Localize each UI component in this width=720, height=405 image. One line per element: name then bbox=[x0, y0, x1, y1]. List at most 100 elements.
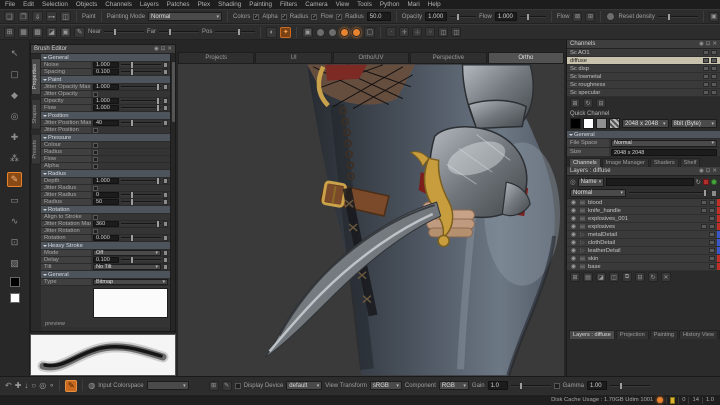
symmetry-grid-icon[interactable]: ⁘ bbox=[425, 27, 435, 37]
filter-dropdown[interactable]: Name▾ bbox=[578, 178, 605, 187]
lighting-full-icon[interactable] bbox=[340, 28, 349, 37]
channel-row-selected[interactable]: diffuse bbox=[567, 57, 720, 65]
stroke-preview[interactable] bbox=[30, 334, 176, 376]
menu-patches[interactable]: Patches bbox=[167, 1, 190, 8]
menu-shading[interactable]: Shading bbox=[218, 1, 241, 8]
scrollbar[interactable] bbox=[170, 54, 175, 331]
mask-icon[interactable]: ◪ bbox=[46, 27, 57, 38]
reset-box[interactable] bbox=[163, 178, 168, 184]
cache-layer-icon[interactable]: ↻ bbox=[648, 272, 658, 282]
slider[interactable] bbox=[121, 64, 161, 66]
move-tool-icon[interactable]: ✚ bbox=[7, 130, 22, 145]
flow-toggle-a-icon[interactable]: ⊠ bbox=[572, 12, 582, 22]
slider[interactable] bbox=[121, 194, 161, 196]
pin-icon[interactable]: ◉ bbox=[154, 46, 159, 52]
checkbox[interactable] bbox=[93, 186, 98, 191]
open-project-icon[interactable]: ❐ bbox=[18, 11, 29, 22]
checkbox[interactable] bbox=[93, 157, 98, 162]
reset-box[interactable] bbox=[163, 62, 168, 68]
refresh-icon[interactable]: ↻ bbox=[696, 178, 701, 186]
checkbox[interactable] bbox=[93, 150, 98, 155]
channel-row[interactable]: Sc roughness bbox=[567, 81, 720, 89]
section-rotation[interactable]: Rotation bbox=[41, 206, 170, 214]
pivot-icon[interactable]: ◎ bbox=[39, 381, 46, 390]
layer-thumb[interactable] bbox=[701, 200, 707, 205]
tab-perspective[interactable]: Perspective bbox=[410, 52, 486, 64]
channel-row[interactable]: Sc disp bbox=[567, 65, 720, 73]
quick-swatch-gray[interactable] bbox=[596, 118, 607, 129]
slider[interactable] bbox=[121, 180, 161, 182]
blend-mode-dropdown[interactable]: Normal▾ bbox=[570, 189, 626, 197]
file-space-dropdown[interactable]: Normal▾ bbox=[611, 140, 717, 147]
wireframe-icon[interactable]: ▢ bbox=[364, 27, 375, 38]
menu-mari[interactable]: Mari bbox=[407, 1, 419, 8]
radius-preview-icon[interactable]: ○ bbox=[31, 381, 36, 390]
slider[interactable] bbox=[121, 100, 161, 102]
reset-box[interactable] bbox=[163, 221, 168, 227]
value-box[interactable]: 1.000 bbox=[93, 62, 119, 68]
slider[interactable] bbox=[121, 223, 161, 225]
add-adjustment-icon[interactable]: ◪ bbox=[596, 272, 606, 282]
section-pressure[interactable]: Pressure bbox=[41, 134, 170, 142]
pin-icon[interactable]: ◉ bbox=[699, 168, 704, 174]
flow-toggle-b-icon[interactable]: ⊞ bbox=[585, 12, 595, 22]
add-channel-icon[interactable]: ⊞ bbox=[570, 98, 580, 108]
tab-projection[interactable]: Projection bbox=[616, 330, 649, 339]
layer-row[interactable]: ◉▤base bbox=[567, 263, 720, 271]
flow-value[interactable]: 1.000 bbox=[495, 12, 517, 21]
density-icon[interactable] bbox=[606, 12, 615, 21]
channel-row[interactable]: Sc specular bbox=[567, 89, 720, 97]
far-slider[interactable] bbox=[159, 31, 199, 33]
tab-painting[interactable]: Painting bbox=[650, 330, 678, 339]
menu-python[interactable]: Python bbox=[380, 1, 400, 8]
reset-box[interactable] bbox=[163, 257, 168, 263]
remove-layer-icon[interactable]: ✕ bbox=[661, 272, 671, 282]
reset-box[interactable] bbox=[163, 199, 168, 205]
smudge-tool-icon[interactable]: ∿ bbox=[7, 214, 22, 229]
display-device-dropdown[interactable]: default▾ bbox=[286, 381, 322, 390]
layers-panel-header[interactable]: Layers : diffuse ◉⊡✕ bbox=[567, 167, 720, 176]
slider[interactable] bbox=[121, 259, 161, 261]
export-icon[interactable]: ◫ bbox=[60, 11, 71, 22]
section-paint[interactable]: Paint bbox=[41, 76, 170, 84]
tab-history-view[interactable]: History View bbox=[679, 330, 718, 339]
close-icon[interactable]: ✕ bbox=[712, 41, 717, 47]
menu-view[interactable]: View bbox=[336, 1, 350, 8]
component-dropdown[interactable]: RGB▾ bbox=[439, 381, 469, 390]
paint-target-icon[interactable]: ✦ bbox=[280, 27, 291, 38]
mode-dropdown[interactable]: Off▾ bbox=[93, 250, 161, 256]
menu-selection[interactable]: Selection bbox=[42, 1, 68, 8]
quick-swatch-white[interactable] bbox=[583, 118, 594, 129]
visibility-icon[interactable]: ◉ bbox=[570, 215, 577, 222]
layer-thumb[interactable] bbox=[701, 208, 707, 213]
visibility-icon[interactable]: ◉ bbox=[570, 223, 577, 230]
visibility-icon[interactable]: ◉ bbox=[570, 255, 577, 262]
warp-tool-icon[interactable]: ⁂ bbox=[7, 151, 22, 166]
sync-channel-icon[interactable]: ↻ bbox=[583, 98, 593, 108]
symmetry-y-icon[interactable]: ⊹ bbox=[412, 27, 422, 37]
lut-checkbox[interactable] bbox=[235, 383, 241, 389]
node-connect-icon[interactable]: ⊶ bbox=[46, 11, 57, 22]
checkbox[interactable] bbox=[93, 143, 98, 148]
quick-swatch-checker[interactable] bbox=[609, 118, 620, 129]
menu-help[interactable]: Help bbox=[428, 1, 441, 8]
lighting-env-icon[interactable] bbox=[352, 28, 361, 37]
eraser-tool-icon[interactable]: ▭ bbox=[7, 193, 22, 208]
channel-row[interactable]: Sc lowmetal bbox=[567, 73, 720, 81]
pos-slider[interactable] bbox=[215, 31, 255, 33]
tilt-dropdown[interactable]: No Tilt▾ bbox=[93, 264, 161, 270]
reset-box[interactable] bbox=[711, 190, 717, 197]
lighting-basic-icon[interactable] bbox=[328, 28, 337, 37]
value-box[interactable]: 360 bbox=[93, 221, 119, 227]
reset-box[interactable] bbox=[163, 264, 168, 270]
slider[interactable] bbox=[121, 122, 161, 124]
checkbox[interactable] bbox=[93, 215, 98, 220]
symmetry-point-icon[interactable]: · bbox=[386, 27, 396, 37]
visibility-icon[interactable]: ◉ bbox=[570, 247, 577, 254]
visibility-icon[interactable]: ◉ bbox=[570, 239, 577, 246]
tab-image-manager[interactable]: Image Manager bbox=[602, 158, 649, 167]
layer-amount-slider[interactable] bbox=[629, 192, 708, 194]
undo-stroke-icon[interactable]: ↶ bbox=[5, 381, 12, 390]
active-brush-button[interactable]: ✎ bbox=[65, 380, 77, 392]
tile-view-icon[interactable]: ▩ bbox=[32, 27, 43, 38]
